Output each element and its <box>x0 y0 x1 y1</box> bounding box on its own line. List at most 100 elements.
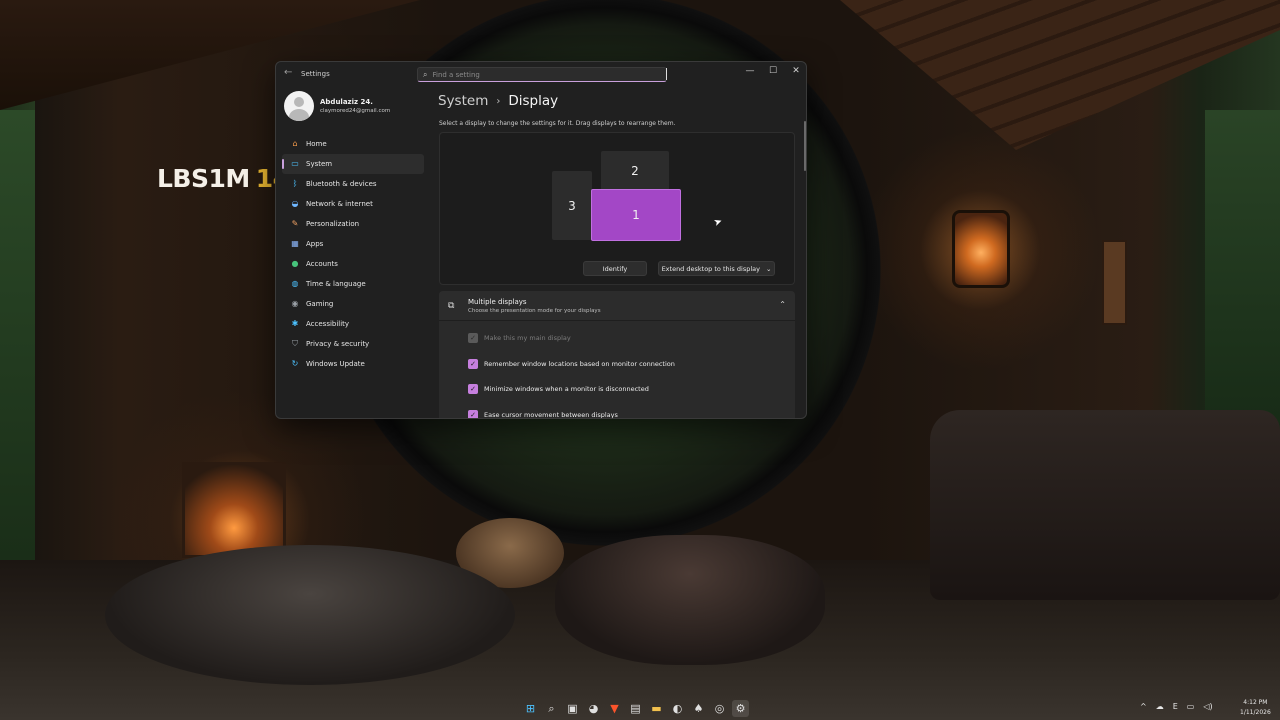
file-explorer-icon[interactable]: ▬ <box>648 700 665 717</box>
checkbox-checked-icon: ✓ <box>468 333 478 343</box>
background-picture-frame <box>1102 240 1127 325</box>
account-icon: ● <box>291 259 299 268</box>
background-window-right <box>1205 110 1280 440</box>
option-label: Make this my main display <box>484 334 571 342</box>
background-table-ottoman <box>555 535 825 665</box>
sidebar-item-network[interactable]: ◒ Network & internet <box>282 194 424 214</box>
language-indicator[interactable]: E <box>1173 702 1178 711</box>
sidebar-item-personalization[interactable]: ✎ Personalization <box>282 214 424 234</box>
sidebar-item-label: Time & language <box>306 280 366 288</box>
breadcrumb-parent[interactable]: System <box>438 93 488 109</box>
back-arrow-icon[interactable]: ← <box>284 67 292 78</box>
steam-icon[interactable]: ◐ <box>669 700 686 717</box>
content-scrollbar[interactable] <box>804 121 806 171</box>
option-ease-cursor[interactable]: ✓ Ease cursor movement between displays <box>468 409 618 419</box>
option-label: Ease cursor movement between displays <box>484 411 618 419</box>
background-lantern <box>952 210 1010 288</box>
sidebar-item-label: Network & internet <box>306 200 373 208</box>
multiple-displays-header[interactable]: ⧉ Multiple displays Choose the presentat… <box>439 291 795 321</box>
identify-button[interactable]: Identify <box>583 261 647 276</box>
discord-icon[interactable]: ◕ <box>585 700 602 717</box>
minimize-button[interactable]: — <box>743 66 757 76</box>
chevron-right-icon: › <box>496 95 501 107</box>
option-label: Minimize windows when a monitor is disco… <box>484 385 649 393</box>
text-caret <box>666 68 667 80</box>
sidebar-item-privacy[interactable]: ⛉ Privacy & security <box>282 334 424 354</box>
terminal-icon[interactable]: ▤ <box>627 700 644 717</box>
search-icon: ⌕ <box>423 69 428 79</box>
section-title: Multiple displays <box>468 298 527 306</box>
multiple-displays-icon: ⧉ <box>448 301 455 311</box>
sidebar-item-label: Privacy & security <box>306 340 370 348</box>
sidebar-item-gaming[interactable]: ◉ Gaming <box>282 294 424 314</box>
clock-date: 1/11/2026 <box>1240 709 1271 716</box>
multiple-displays-section: ⧉ Multiple displays Choose the presentat… <box>439 291 795 419</box>
section-subtitle: Choose the presentation mode for your di… <box>468 308 601 314</box>
profile-name: Abdulaziz 24. <box>320 98 373 106</box>
clock[interactable]: 4:12 PM 1/11/2026 <box>1240 698 1271 718</box>
main-content: System › Display Select a display to cha… <box>436 86 806 419</box>
user-profile[interactable]: Abdulaziz 24. claymored24@gmail.com <box>284 91 424 123</box>
profile-email: claymored24@gmail.com <box>320 108 391 114</box>
search-icon[interactable]: ⌕ <box>543 700 560 717</box>
sidebar-item-label: Windows Update <box>306 360 365 368</box>
page-title: Display <box>508 93 559 109</box>
checkbox-checked-icon[interactable]: ✓ <box>468 384 478 394</box>
sidebar-item-bluetooth[interactable]: ᛒ Bluetooth & devices <box>282 174 424 194</box>
monitor-2[interactable]: 2 <box>601 151 669 191</box>
checkbox-checked-icon[interactable]: ✓ <box>468 359 478 369</box>
sidebar-item-system[interactable]: ▭ System <box>282 154 424 174</box>
title-bar: ← Settings ⌕ Find a setting — ☐ ✕ <box>276 62 806 86</box>
volume-icon[interactable]: ◁) <box>1203 702 1212 711</box>
option-main-display: ✓ Make this my main display <box>468 332 571 344</box>
identify-label: Identify <box>602 264 628 273</box>
checkbox-checked-icon[interactable]: ✓ <box>468 410 478 418</box>
option-minimize-windows[interactable]: ✓ Minimize windows when a monitor is dis… <box>468 383 649 395</box>
search-input[interactable]: ⌕ Find a setting <box>417 67 667 82</box>
background-fireplace-lantern <box>182 462 286 558</box>
sidebar-item-home[interactable]: ⌂ Home <box>282 134 424 154</box>
sidebar-item-accessibility[interactable]: ✱ Accessibility <box>282 314 424 334</box>
sidebar-item-label: Accessibility <box>306 320 350 328</box>
monitor-1[interactable]: 1 <box>591 189 681 241</box>
sidebar-item-accounts[interactable]: ● Accounts <box>282 254 424 274</box>
settings-gear-icon[interactable]: ⚙ <box>732 700 749 717</box>
search-placeholder: Find a setting <box>432 70 480 79</box>
wifi-icon: ◒ <box>291 199 299 208</box>
system-icon: ▭ <box>291 159 299 168</box>
brush-icon: ✎ <box>291 219 299 228</box>
taskbar-apps: ⊞ ⌕ ▣ ◕ ▼ ▤ ▬ ◐ ♠ ◎ ⚙ <box>522 700 749 717</box>
system-tray: ^ ☁ E ▭ ◁) <box>1140 702 1213 711</box>
app-icon[interactable]: ♠ <box>690 700 707 717</box>
excel-icon[interactable]: ▣ <box>564 700 581 717</box>
bluetooth-icon: ᛒ <box>292 179 298 188</box>
chevron-up-icon[interactable]: ⌃ <box>779 300 786 309</box>
update-icon: ↻ <box>291 359 299 368</box>
sidebar-item-windows-update[interactable]: ↻ Windows Update <box>282 354 424 374</box>
gamepad-icon: ◉ <box>291 299 299 308</box>
brave-browser-icon[interactable]: ▼ <box>606 700 623 717</box>
sidebar-item-apps[interactable]: ▦ Apps <box>282 234 424 254</box>
option-remember-locations[interactable]: ✓ Remember window locations based on mon… <box>468 358 675 370</box>
apps-icon: ▦ <box>291 239 299 248</box>
option-label: Remember window locations based on monit… <box>484 360 675 368</box>
clock-time: 4:12 PM <box>1243 699 1268 706</box>
monitor-3[interactable]: 3 <box>552 171 592 240</box>
accessibility-icon: ✱ <box>291 319 299 328</box>
windows-start-icon[interactable]: ⊞ <box>522 700 539 717</box>
background-window-left <box>0 110 35 560</box>
chevron-down-icon: ⌄ <box>765 264 772 273</box>
maximize-button[interactable]: ☐ <box>766 66 780 76</box>
extend-display-dropdown[interactable]: Extend desktop to this display ⌄ <box>658 261 775 276</box>
sidebar-item-time-language[interactable]: ◍ Time & language <box>282 274 424 294</box>
network-icon[interactable]: ▭ <box>1187 702 1195 711</box>
onedrive-icon[interactable]: ☁ <box>1156 702 1164 711</box>
chevron-up-icon[interactable]: ^ <box>1140 702 1147 711</box>
sidebar-item-label: System <box>306 160 333 168</box>
chrome-icon[interactable]: ◎ <box>711 700 728 717</box>
close-button[interactable]: ✕ <box>789 66 803 76</box>
sidebar-item-label: Gaming <box>306 300 334 308</box>
home-icon: ⌂ <box>292 139 298 148</box>
sidebar-item-label: Apps <box>306 240 324 248</box>
watermark-text-1: LBS1M <box>157 164 250 193</box>
